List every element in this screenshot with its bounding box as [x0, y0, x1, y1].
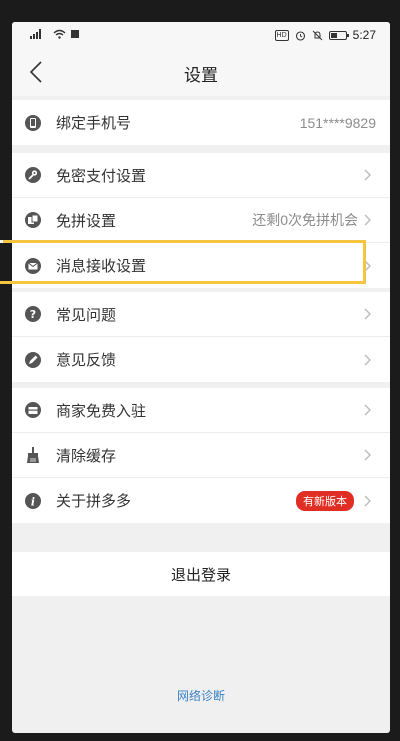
broom-icon — [24, 446, 42, 464]
info-icon: i — [24, 492, 42, 510]
row-clear-cache[interactable]: 清除缓存 — [12, 433, 390, 478]
svg-text:?: ? — [30, 308, 36, 321]
mail-icon — [24, 257, 42, 275]
status-time: 5:27 — [352, 28, 376, 42]
phone-number: 151****9829 — [299, 114, 376, 131]
phone-icon — [24, 114, 42, 132]
group-payment: 免密支付设置 免拼设置 还剩0次免拼机会 消息接收设置 — [12, 153, 390, 288]
row-label: 绑定手机号 — [56, 115, 132, 132]
row-merchant-join[interactable]: 商家免费入驻 — [12, 388, 390, 433]
row-label: 商家免费入驻 — [56, 402, 147, 420]
logout-button[interactable]: 退出登录 — [12, 552, 390, 596]
nav-bar: 设置 — [12, 48, 390, 96]
settings-screen: HD 5:27 设置 绑定手机号 151****9829 免密支付设置 免拼设置… — [12, 22, 390, 733]
mute-icon — [312, 30, 322, 40]
wifi-icon — [53, 29, 66, 39]
free-group-remaining: 还剩0次免拼机会 — [252, 212, 358, 228]
hd-badge: HD — [274, 29, 289, 41]
status-bar: HD 5:27 — [12, 22, 390, 48]
row-label: 免拼设置 — [56, 212, 117, 230]
row-label: 消息接收设置 — [56, 258, 147, 275]
alarm-icon — [295, 30, 305, 41]
status-right: HD 5:27 — [274, 28, 376, 42]
store-icon — [24, 401, 42, 419]
status-left — [30, 29, 79, 39]
chevron-right-icon — [358, 165, 378, 185]
row-label: 关于拼多多 — [56, 493, 132, 510]
chevron-right-icon — [358, 400, 378, 420]
chevron-right-icon — [358, 350, 378, 370]
row-about[interactable]: i 关于拼多多 有新版本 — [12, 478, 390, 523]
row-message-settings[interactable]: 消息接收设置 — [12, 243, 390, 288]
chevron-right-icon — [358, 491, 378, 511]
group-buy-icon — [24, 211, 42, 229]
row-password-free-pay[interactable]: 免密支付设置 — [12, 153, 390, 198]
chevron-right-icon — [358, 256, 378, 276]
network-diagnose-link[interactable]: 网络诊断 — [12, 687, 390, 704]
row-label: 常见问题 — [56, 306, 117, 324]
group-account: 绑定手机号 151****9829 — [12, 100, 390, 145]
row-faq[interactable]: ? 常见问题 — [12, 292, 390, 337]
page-title: 设置 — [184, 66, 218, 85]
battery-icon — [328, 30, 349, 40]
chevron-right-icon — [358, 445, 378, 465]
row-feedback[interactable]: 意见反馈 — [12, 337, 390, 382]
row-bind-phone[interactable]: 绑定手机号 151****9829 — [12, 100, 390, 145]
row-label: 意见反馈 — [56, 352, 117, 369]
new-version-badge: 有新版本 — [296, 490, 354, 511]
group-help: ? 常见问题 意见反馈 — [12, 292, 390, 382]
svg-text:i: i — [31, 495, 35, 508]
chevron-right-icon — [358, 304, 378, 324]
chevron-right-icon — [358, 210, 378, 230]
notification-icon — [71, 30, 79, 38]
row-free-group-buy[interactable]: 免拼设置 还剩0次免拼机会 — [12, 198, 390, 243]
row-label: 清除缓存 — [56, 447, 117, 465]
group-other: 商家免费入驻 清除缓存 i 关于拼多多 有新版本 — [12, 388, 390, 523]
question-icon: ? — [24, 305, 42, 323]
key-icon — [24, 166, 42, 184]
row-label: 免密支付设置 — [56, 167, 147, 185]
signal-icon — [30, 29, 41, 39]
pencil-icon — [24, 351, 42, 369]
